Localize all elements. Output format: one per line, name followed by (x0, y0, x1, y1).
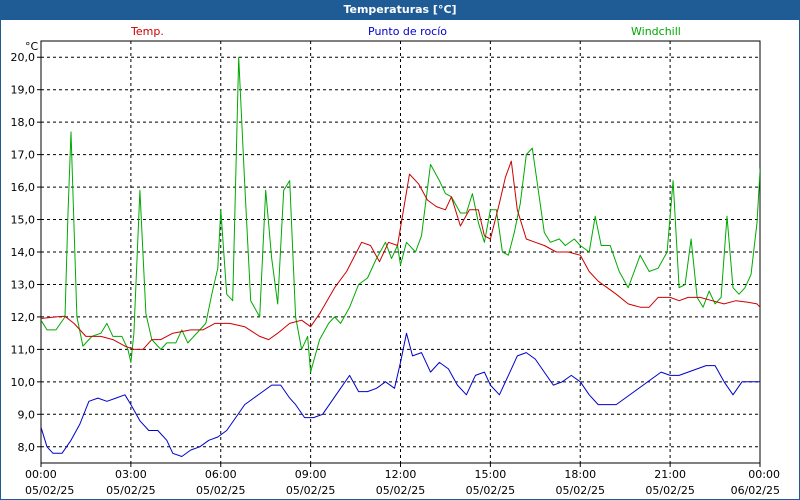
x-tick-time-label: 09:00 (295, 468, 327, 481)
x-tick-time-label: 06:00 (205, 468, 237, 481)
x-tick-time-label: 00:00 (25, 468, 57, 481)
x-tick-time-label: 21:00 (654, 468, 686, 481)
y-axis: 8,0 9,0 10,0 11,0 12,0 13,0 14,0 15,0 16,0 17,0 18… (11, 51, 41, 454)
x-tick-date-label: 05/02/25 (25, 484, 74, 497)
x-tick-time-label: 15:00 (475, 468, 507, 481)
x-tick-date-label: 05/02/25 (466, 484, 515, 497)
legend-temp: Temp. (130, 25, 164, 38)
x-tick-date-label: 05/02/25 (376, 484, 425, 497)
y-axis-unit-label: °C (25, 40, 39, 53)
x-tick-date-label: 05/02/25 (106, 484, 155, 497)
y-tick-label: 9,0 (18, 408, 36, 421)
series-line-temp (41, 160, 760, 350)
x-tick-time-label: 18:00 (564, 468, 596, 481)
y-tick-label: 12,0 (11, 311, 36, 324)
y-tick-label: 13,0 (11, 278, 36, 291)
y-tick-label: 11,0 (11, 343, 36, 356)
x-tick-time-label: 00:00 (748, 468, 780, 481)
y-tick-label: 8,0 (18, 441, 36, 454)
y-tick-label: 10,0 (11, 376, 36, 389)
y-tick-label: 20,0 (11, 51, 36, 64)
series-line-windchill (41, 56, 760, 373)
y-tick-label: 17,0 (11, 149, 36, 162)
x-tick-date-label: 06/02/25 (731, 484, 780, 497)
y-tick-label: 19,0 (11, 84, 36, 97)
x-axis: 00:00 05/02/25 03:00 05/02/25 06:00 05/02/25 0… (25, 463, 780, 497)
series-layer (41, 56, 760, 457)
x-tick-date-label: 05/02/25 (286, 484, 335, 497)
temperature-chart: 8,0 9,0 10,0 11,0 12,0 13,0 14,0 15,0 16,0 17,0 18… (11, 25, 781, 497)
legend-windchill: Windchill (631, 25, 681, 38)
x-tick-time-label: 12:00 (385, 468, 417, 481)
x-tick-time-label: 03:00 (115, 468, 147, 481)
x-tick-date-label: 05/02/25 (645, 484, 694, 497)
y-tick-label: 14,0 (11, 246, 36, 259)
y-tick-label: 18,0 (11, 116, 36, 129)
y-tick-label: 16,0 (11, 181, 36, 194)
x-tick-date-label: 05/02/25 (196, 484, 245, 497)
x-tick-date-label: 05/02/25 (556, 484, 605, 497)
legend-dew-point: Punto de rocío (368, 25, 447, 38)
y-tick-label: 15,0 (11, 214, 36, 227)
grid-layer (41, 41, 760, 463)
